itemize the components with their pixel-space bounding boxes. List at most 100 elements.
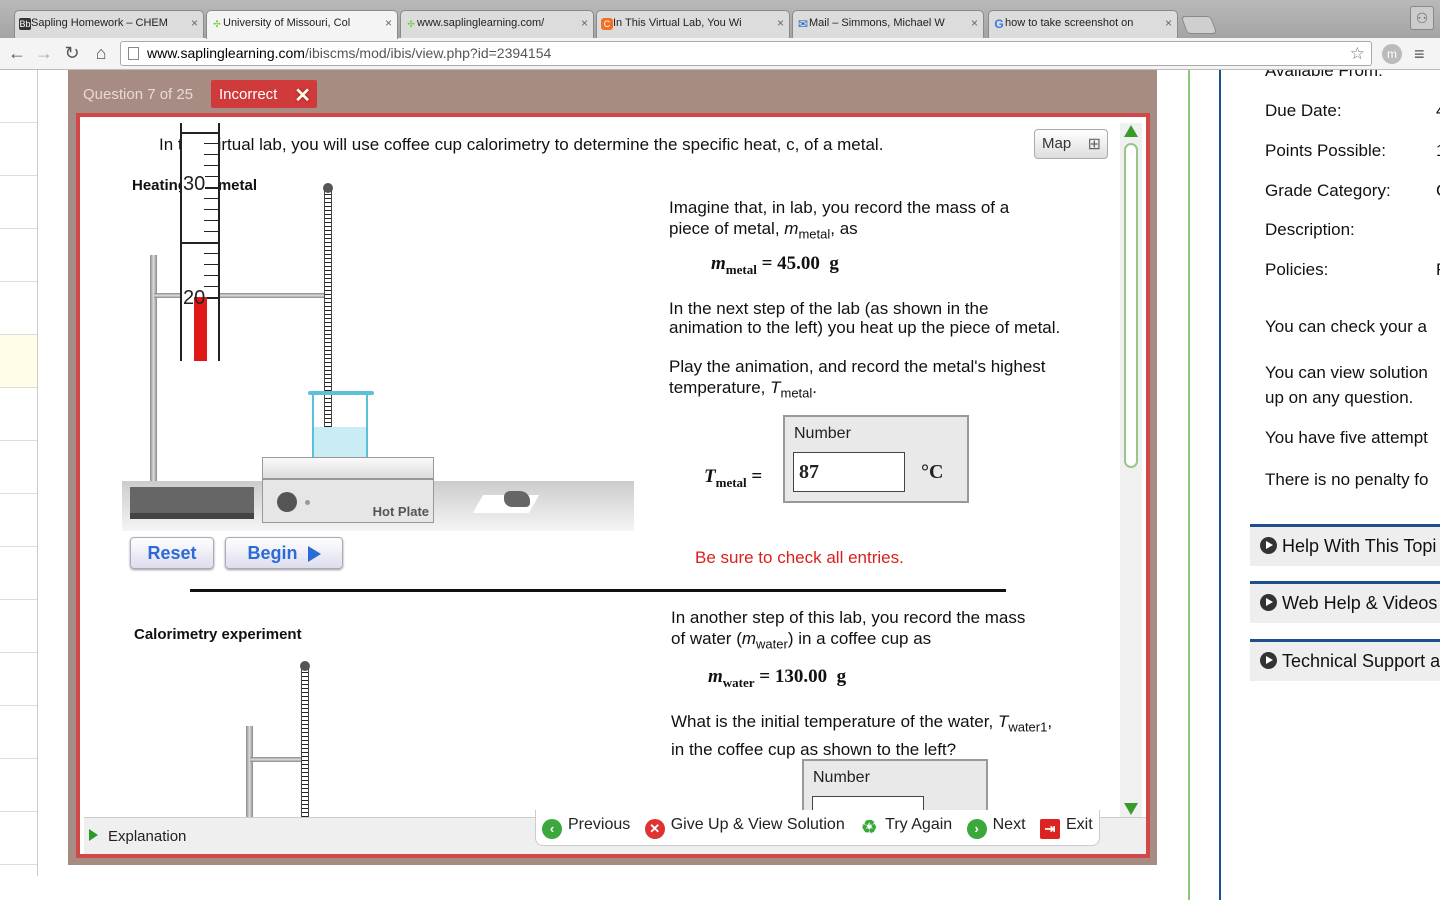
browser-tab-university-missouri[interactable]: ✣ University of Missouri, Col × — [206, 10, 398, 39]
chrome-menu-icon[interactable]: ≡ — [1414, 44, 1425, 65]
policy-text: There is no penalty fo — [1265, 470, 1429, 489]
tab-title: how to take screenshot on — [1005, 17, 1134, 29]
scroll-thumb[interactable] — [1124, 143, 1138, 468]
explanation-toggle[interactable]: Explanation — [89, 828, 186, 845]
left-nav-row-selected[interactable] — [0, 335, 37, 388]
give-up-button[interactable]: ✕ Give Up & View Solution — [644, 816, 845, 839]
thermometer-cap — [300, 661, 310, 671]
content-scrollbar[interactable] — [1120, 123, 1142, 817]
new-tab-button[interactable] — [1180, 16, 1218, 34]
left-nav-row[interactable] — [0, 494, 37, 547]
browser-tab-google-search[interactable]: G how to take screenshot on × — [988, 10, 1178, 38]
browser-tab-mail[interactable]: ✉ Mail – Simmons, Michael W × — [792, 10, 984, 38]
due-date-row: Due Date:4 — [1265, 101, 1440, 120]
sidebar-divider-green — [1188, 70, 1190, 900]
left-nav-row[interactable] — [0, 70, 37, 123]
question-number: Question 7 of 25 — [83, 86, 194, 103]
begin-button[interactable]: Begin — [225, 537, 343, 569]
map-button[interactable]: Map ⊞ — [1034, 129, 1108, 159]
map-icon: ⊞ — [1087, 136, 1101, 153]
back-arrow-icon[interactable]: ← — [6, 42, 28, 64]
thermometer — [301, 667, 309, 817]
question-nav-group: ‹ Previous ✕ Give Up & View Solution ♻ Try … — [535, 810, 1100, 846]
left-nav-row[interactable] — [0, 547, 37, 600]
forward-arrow-icon[interactable]: → — [33, 42, 55, 64]
close-tab-icon[interactable]: × — [971, 16, 978, 30]
question-panel: In this virtual lab, you will use coffee… — [76, 113, 1150, 858]
user-profile-icon[interactable]: ⚇ — [1410, 6, 1434, 30]
begin-label: Begin — [247, 543, 298, 563]
browser-tab-chegg[interactable]: C In This Virtual Lab, You Wi × — [596, 10, 790, 38]
play-circle-icon — [1260, 652, 1277, 669]
left-nav-row[interactable] — [0, 176, 37, 229]
question-intro: In this virtual lab, you will use coffee… — [159, 135, 884, 154]
close-tab-icon[interactable]: × — [777, 16, 784, 30]
section-title-calorimetry: Calorimetry experiment — [134, 626, 302, 643]
left-nav-row[interactable] — [0, 441, 37, 494]
bookmark-star-icon[interactable]: ☆ — [1350, 42, 1365, 65]
left-nav-row[interactable] — [0, 706, 37, 759]
left-nav-row[interactable] — [0, 282, 37, 335]
exit-door-icon: ⇥ — [1039, 819, 1060, 839]
close-tab-icon[interactable]: × — [581, 16, 588, 30]
t-metal-input[interactable]: 87 — [793, 452, 905, 492]
description-row: Description: — [1265, 220, 1355, 239]
browser-tab-saplinglearning[interactable]: ✣ www.saplinglearning.com/ × — [400, 10, 594, 38]
check-entries-warning: Be sure to check all entries. — [695, 548, 904, 567]
ring-stand-rod — [246, 726, 253, 817]
scroll-down-arrow-icon[interactable] — [1124, 803, 1138, 815]
map-label: Map — [1042, 135, 1072, 152]
left-nav-row[interactable] — [0, 812, 37, 865]
close-tab-icon[interactable]: × — [385, 16, 392, 30]
home-icon[interactable]: ⌂ — [90, 42, 112, 64]
question-content: In this virtual lab, you will use coffee… — [84, 123, 1116, 817]
t-water1-answer-box: Number — [802, 759, 988, 817]
play-circle-icon — [1260, 537, 1277, 554]
browser-tab-bar: Bb Sapling Homework – CHEM × ✣ Universit… — [0, 0, 1440, 39]
left-nav-row[interactable] — [0, 229, 37, 282]
tab-title: Sapling Homework – CHEM — [31, 17, 168, 29]
heat-step-paragraph: In the next step of the lab (as shown in… — [669, 299, 1061, 337]
mass-metal-paragraph: Imagine that, in lab, you record the mas… — [669, 198, 1010, 242]
t-metal-answer-box: Number 87 °C — [783, 415, 969, 503]
give-up-x-icon: ✕ — [644, 819, 665, 839]
metal-sample — [504, 491, 530, 507]
web-help-videos-button[interactable]: Web Help & Videos — [1250, 581, 1440, 623]
help-with-topic-button[interactable]: Help With This Topi — [1250, 524, 1440, 566]
address-bar[interactable]: www.saplinglearning.com/ibiscms/mod/ibis… — [120, 41, 1372, 66]
left-nav-row[interactable] — [0, 600, 37, 653]
tab-title: In This Virtual Lab, You Wi — [613, 17, 742, 29]
try-again-button[interactable]: ♻ Try Again — [859, 816, 952, 837]
reload-icon[interactable]: ↻ — [61, 42, 83, 64]
technical-support-button[interactable]: Technical Support a — [1250, 639, 1440, 681]
reset-button[interactable]: Reset — [130, 537, 214, 569]
play-circle-icon — [1260, 594, 1277, 611]
left-nav-row[interactable] — [0, 653, 37, 706]
left-nav-column — [0, 70, 38, 876]
exit-button[interactable]: ⇥ Exit — [1039, 816, 1093, 839]
t-metal-equation-label: Tmetal = — [704, 466, 763, 490]
ring-stand-rod — [150, 255, 157, 495]
play-icon — [307, 546, 321, 563]
left-nav-row[interactable] — [0, 388, 37, 441]
extension-icon[interactable]: m — [1382, 44, 1402, 64]
question-header: Question 7 of 25 Incorrect ✕ — [68, 80, 1157, 110]
next-button[interactable]: › Next — [966, 816, 1026, 839]
close-tab-icon[interactable]: × — [191, 16, 198, 30]
scroll-up-arrow-icon[interactable] — [1124, 125, 1138, 137]
browser-tab-sapling-homework[interactable]: Bb Sapling Homework – CHEM × — [14, 10, 204, 38]
grade-category-row: Grade Category:C — [1265, 181, 1440, 200]
policy-text: You have five attempt — [1265, 428, 1428, 447]
close-tab-icon[interactable]: × — [1165, 16, 1172, 30]
tab-title: Mail – Simmons, Michael W — [809, 17, 945, 29]
hot-plate-knob-icon[interactable] — [277, 492, 297, 512]
left-nav-row[interactable] — [0, 759, 37, 812]
expand-triangle-icon — [89, 829, 98, 841]
left-nav-row[interactable] — [0, 123, 37, 176]
previous-button[interactable]: ‹ Previous — [542, 816, 630, 839]
status-label: Incorrect — [219, 86, 278, 103]
tab-title: www.saplinglearning.com/ — [417, 17, 545, 29]
previous-arrow-icon: ‹ — [542, 819, 562, 839]
hot-plate-top — [262, 457, 434, 479]
points-possible-row: Points Possible:1 — [1265, 141, 1440, 160]
